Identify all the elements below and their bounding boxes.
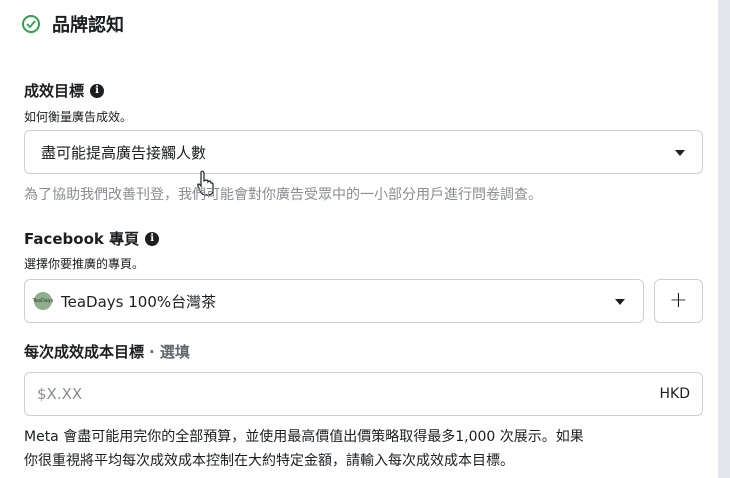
description-line: Meta 會盡可能用完你的全部預算，並使用最高價值出價策略取得最多1,000 次… <box>24 429 584 445</box>
page-label-row: Facebook 專頁 i <box>24 228 160 249</box>
cost-goal-label-row: 每次成效成本目標 · 選填 <box>24 341 190 362</box>
caret-down-icon <box>675 150 685 156</box>
info-icon[interactable]: i <box>90 83 105 98</box>
add-page-button[interactable]: + <box>654 279 703 323</box>
page-avatar: TeaDays <box>32 292 54 310</box>
plus-icon: + <box>669 288 688 313</box>
goal-label-row: 成效目標 i <box>24 80 105 101</box>
caret-down-icon <box>615 299 625 305</box>
ad-set-card: 品牌認知 成效目標 i 如何衡量廣告成效。 盡可能提高廣告接觸人數 為了協助我們… <box>0 0 718 478</box>
description-line: 你很重視將平均每次成效成本控制在大約特定金額，請輸入每次成效成本目標。 <box>24 453 514 469</box>
scrollbar-track[interactable] <box>718 0 730 478</box>
page-sublabel: 選擇你要推廣的專頁。 <box>24 257 145 271</box>
goal-dropdown[interactable]: 盡可能提高廣告接觸人數 <box>24 130 703 174</box>
check-circle-icon <box>22 15 40 33</box>
optional-label: · 選填 <box>149 343 190 361</box>
section-header: 品牌認知 <box>22 10 124 38</box>
cost-goal-input[interactable]: $X.XX HKD <box>24 372 703 416</box>
goal-hint: 為了協助我們改善刊登，我們可能會對你廣告受眾中的一小部分用戶進行問卷調查。 <box>24 187 542 203</box>
info-icon[interactable]: i <box>145 231 160 246</box>
cost-goal-label: 每次成效成本目標 <box>24 343 145 361</box>
page-dropdown[interactable]: TeaDays TeaDays 100%台灣茶 <box>24 279 644 323</box>
goal-sublabel: 如何衡量廣告成效。 <box>24 110 133 124</box>
goal-label: 成效目標 <box>24 82 85 100</box>
currency-label: HKD <box>659 386 691 402</box>
page-selected-value: TeaDays 100%台灣茶 <box>61 292 217 311</box>
section-title: 品牌認知 <box>52 15 124 36</box>
page-label: Facebook 專頁 <box>24 230 140 248</box>
cost-goal-placeholder: $X.XX <box>37 385 83 403</box>
cost-goal-description: Meta 會盡可能用完你的全部預算，並使用最高價值出價策略取得最多1,000 次… <box>24 425 714 473</box>
page-avatar-text: TeaDays <box>32 298 54 304</box>
goal-selected-value: 盡可能提高廣告接觸人數 <box>41 143 207 162</box>
